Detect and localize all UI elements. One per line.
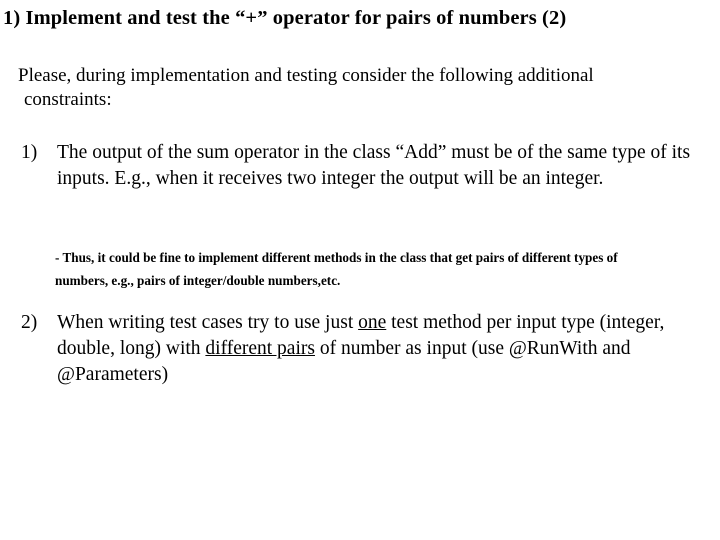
intro-line-1: Please, during implementation and testin…: [18, 65, 594, 86]
list-item-marker: 1): [21, 142, 38, 163]
list-item-text: The output of the sum operator in the cl…: [57, 142, 691, 189]
list-item-text: When writing test cases try to use just …: [57, 310, 691, 388]
intro-line-2: constraints:: [24, 89, 112, 110]
list-item: 2) When writing test cases try to use ju…: [21, 310, 691, 388]
emphasis-different-pairs: different pairs: [205, 338, 315, 359]
slide-title: 1) Implement and test the “+” operator f…: [3, 7, 567, 29]
emphasis-one: one: [358, 312, 387, 333]
slide-canvas: 1) Implement and test the “+” operator f…: [0, 0, 720, 540]
list-item: 1) The output of the sum operator in the…: [21, 140, 691, 192]
list-item-marker: 2): [21, 312, 38, 333]
sub-note-text: - Thus, it could be fine to implement di…: [55, 250, 618, 288]
list-item-text-segment: When writing test cases try to use just: [57, 312, 359, 333]
intro-paragraph: Please, during implementation and testin…: [18, 64, 702, 112]
